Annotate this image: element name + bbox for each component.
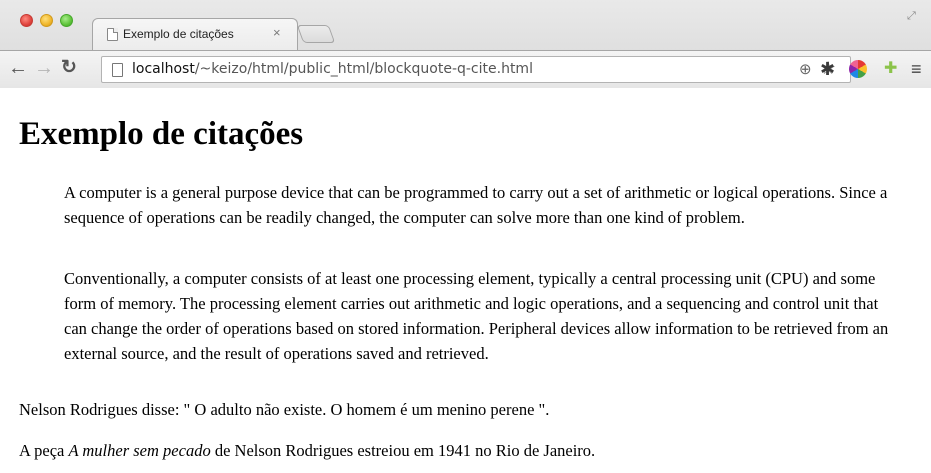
inline-quote-suffix: ".	[538, 400, 550, 419]
inline-quote-line: Nelson Rodrigues disse: " O adulto não e…	[19, 399, 549, 421]
inline-quote-text: O adulto não existe. O homem é um menino…	[194, 400, 535, 419]
tab-strip: Exemplo de citações × ⤢	[0, 0, 931, 50]
inline-quote: O adulto não existe. O homem é um menino…	[194, 400, 534, 419]
maximize-window-button[interactable]	[60, 14, 73, 27]
tab-active[interactable]: Exemplo de citações ×	[92, 18, 298, 50]
page-icon	[112, 63, 123, 77]
zoom-icon[interactable]: ⊕	[799, 60, 812, 78]
extension-android-icon[interactable]: ✚	[884, 59, 897, 79]
cite-line: A peça A mulher sem pecado de Nelson Rod…	[19, 440, 595, 462]
tab-close-icon[interactable]: ×	[273, 25, 281, 40]
cite-suffix: de Nelson Rodrigues estreiou em 1941 no …	[210, 441, 596, 460]
forward-arrow-icon[interactable]: →	[34, 57, 54, 79]
url-host: localhost	[132, 61, 195, 77]
tab-title: Exemplo de citações	[123, 27, 234, 41]
new-tab-button[interactable]	[296, 25, 336, 43]
cite-prefix: A peça	[19, 441, 69, 460]
page-favicon-icon	[107, 28, 118, 41]
browser-chrome: Exemplo de citações × ⤢ ← → ↻ localhost/…	[0, 0, 931, 88]
blockquote-paragraph-1: A computer is a general purpose device t…	[64, 183, 888, 227]
page-viewport: Exemplo de citações A computer is a gene…	[0, 89, 931, 473]
reload-icon[interactable]: ↻	[61, 57, 77, 79]
inline-quote-prefix: Nelson Rodrigues disse: "	[19, 400, 191, 419]
fullscreen-icon[interactable]: ⤢	[907, 10, 916, 23]
minimize-window-button[interactable]	[40, 14, 53, 27]
address-bar[interactable]: localhost/~keizo/html/public_html/blockq…	[101, 56, 851, 83]
url-path: /~keizo/html/public_html/blockquote-q-ci…	[194, 61, 533, 77]
page-heading: Exemplo de citações	[19, 116, 304, 152]
menu-icon[interactable]: ≡	[911, 59, 922, 79]
close-window-button[interactable]	[20, 14, 33, 27]
back-arrow-icon[interactable]: ←	[8, 57, 28, 79]
extension-gear-icon[interactable]: ✱	[820, 59, 835, 79]
blockquote-paragraph-2: Conventionally, a computer consists of a…	[64, 269, 889, 363]
browser-toolbar: ← → ↻ localhost/~keizo/html/public_html/…	[0, 50, 931, 88]
extension-colorwheel-icon[interactable]	[849, 60, 867, 78]
cite-title: A mulher sem pecado	[68, 441, 211, 460]
url-text[interactable]: localhost/~keizo/html/public_html/blockq…	[132, 61, 533, 77]
